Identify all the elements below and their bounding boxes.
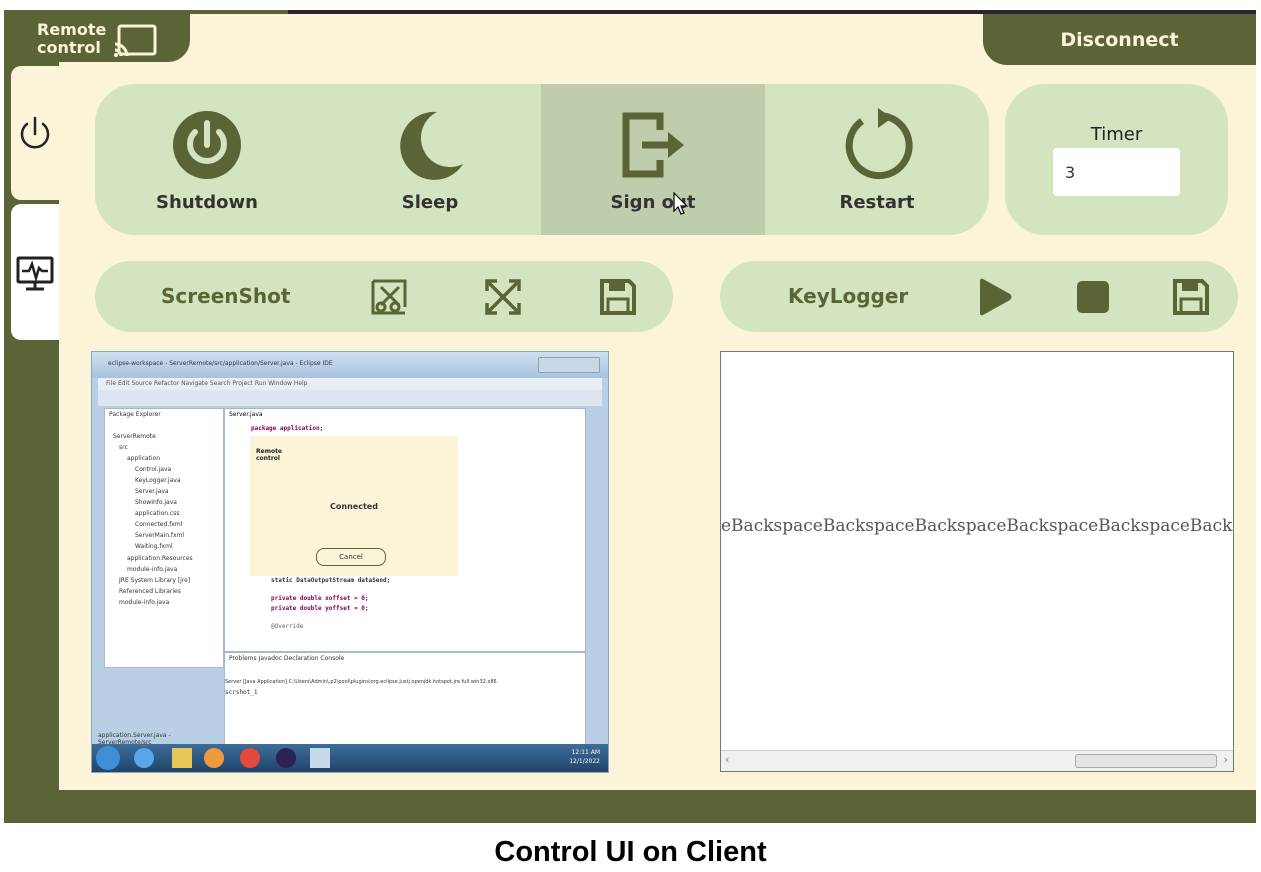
tree-item: KeyLogger.java (135, 477, 181, 484)
dialog-logo-line2: control (256, 455, 280, 462)
remote-taskbar: 12:11 AM 12/1/2022 (92, 744, 608, 772)
disconnect-button[interactable]: Disconnect (983, 14, 1256, 65)
remote-status-bar: application.Server.java - ServerRemote/s… (98, 732, 171, 746)
tree-item: JRE System Library [jre] (119, 577, 191, 584)
dialog-status: Connected (330, 502, 378, 511)
tree-item: ServerRemote (113, 433, 156, 440)
tree-item: src (119, 444, 128, 451)
horizontal-scrollbar[interactable]: ‹ › (721, 750, 1233, 771)
keylogger-label: KeyLogger (788, 284, 909, 308)
shutdown-label: Shutdown (156, 192, 258, 213)
code-line: private double xoffset = 0; (271, 595, 369, 602)
fullscreen-icon[interactable] (483, 277, 523, 317)
restart-label: Restart (839, 192, 915, 213)
remote-window-titlebar: eclipse-workspace - ServerRemote/src/app… (92, 352, 608, 378)
clock-date: 12/1/2022 (569, 758, 600, 765)
tree-item: ShowInfo.java (135, 499, 177, 506)
editor-tab: Server.java (229, 411, 263, 418)
tree-item: Server.java (135, 488, 169, 495)
remote-package-explorer: Package Explorer ServerRemote src applic… (104, 408, 224, 668)
tree-item: module-info.java (127, 566, 178, 573)
stop-icon[interactable] (1075, 279, 1111, 315)
restart-button[interactable]: Restart (765, 84, 989, 235)
tree-item: application (127, 455, 161, 462)
remote-screenshot: eclipse-workspace - ServerRemote/src/app… (91, 351, 609, 773)
timer-panel: Timer (1005, 84, 1228, 235)
app-logo: Remote control (7, 14, 190, 62)
tree-item: module-info.java (119, 599, 170, 606)
remote-console: Problems Javadoc Declaration Console Ser… (224, 652, 586, 746)
clock-time: 12:11 AM (571, 749, 600, 756)
shutdown-button[interactable]: Shutdown (95, 84, 319, 235)
mouse-cursor-icon (673, 192, 689, 215)
scroll-right-icon[interactable]: › (1224, 753, 1228, 766)
sidebar-tab-monitor[interactable] (11, 204, 59, 340)
console-tabs: Problems Javadoc Declaration Console (229, 655, 345, 662)
tree-item: Referenced Libraries (119, 588, 181, 595)
screenshot-label: ScreenShot (161, 284, 291, 308)
package-explorer-title: Package Explorer (109, 411, 161, 418)
scrollbar-thumb[interactable] (1075, 754, 1217, 768)
logo-text: Remote control (37, 21, 106, 57)
moon-icon (400, 111, 463, 180)
sleep-label: Sleep (401, 192, 459, 213)
keylogger-output[interactable]: eBackspaceBackspaceBackspaceBackspaceBac… (720, 351, 1234, 772)
save-icon[interactable] (599, 278, 637, 316)
cast-icon (114, 24, 157, 57)
eclipse-icon (276, 748, 296, 768)
save-icon[interactable] (1172, 278, 1210, 316)
power-panel: Shutdown Sleep Sign out Restart (95, 84, 989, 235)
tree-item: Control.java (135, 466, 172, 473)
code-line: package application; (251, 425, 324, 432)
dialog-cancel-button: Cancel (316, 548, 386, 566)
console-line: Server [Java Application] C:\Users\Admin… (225, 679, 497, 685)
tree-item: ServerMain.fxml (135, 532, 185, 539)
crop-icon[interactable] (369, 277, 409, 317)
keylogger-text: eBackspaceBackspaceBackspaceBackspaceBac… (721, 516, 1234, 536)
remote-window-title: eclipse-workspace - ServerRemote/src/app… (108, 360, 333, 367)
timer-input[interactable] (1053, 148, 1180, 196)
sign-out-button[interactable]: Sign out (541, 84, 765, 235)
start-icon (96, 746, 120, 770)
timer-label: Timer (1090, 124, 1143, 145)
remote-menubar: File Edit Source Refactor Navigate Searc… (98, 378, 602, 390)
folder-icon (172, 748, 192, 768)
power-icon (20, 116, 50, 149)
app-icon (310, 748, 330, 768)
restart-icon (845, 108, 913, 180)
remote-connected-dialog: Remote control Connected Cancel (250, 436, 458, 576)
chrome-icon (240, 748, 260, 768)
monitor-activity-icon (16, 256, 54, 291)
power-icon (173, 111, 241, 179)
sign-out-icon (622, 112, 684, 178)
console-line: scrshot_1 (225, 689, 258, 696)
tree-item: Connected.fxml (135, 521, 183, 528)
code-line: private double yoffset = 0; (271, 605, 369, 612)
logo-line2: control (37, 38, 101, 57)
media-icon (204, 748, 224, 768)
dialog-logo-line1: Remote (256, 448, 283, 455)
sign-out-label: Sign out (610, 192, 696, 213)
figure-caption: Control UI on Client (494, 836, 767, 868)
tree-item: application.css (135, 510, 180, 517)
remote-toolbar (98, 390, 602, 406)
screenshot-toolbar: ScreenShot (95, 261, 673, 332)
play-icon[interactable] (976, 277, 1014, 317)
tree-item: application.Resources (127, 555, 193, 562)
keylogger-toolbar: KeyLogger (720, 261, 1238, 332)
sleep-button[interactable]: Sleep (318, 84, 542, 235)
code-line: static DataOutputStream dataSend; (271, 577, 391, 584)
scroll-left-icon[interactable]: ‹ (725, 753, 729, 766)
logo-line1: Remote (37, 20, 107, 39)
sidebar-tab-power[interactable] (11, 66, 59, 200)
tree-item: Waiting.fxml (135, 543, 173, 550)
browser-icon (134, 748, 154, 768)
code-line: @Override (271, 623, 304, 630)
